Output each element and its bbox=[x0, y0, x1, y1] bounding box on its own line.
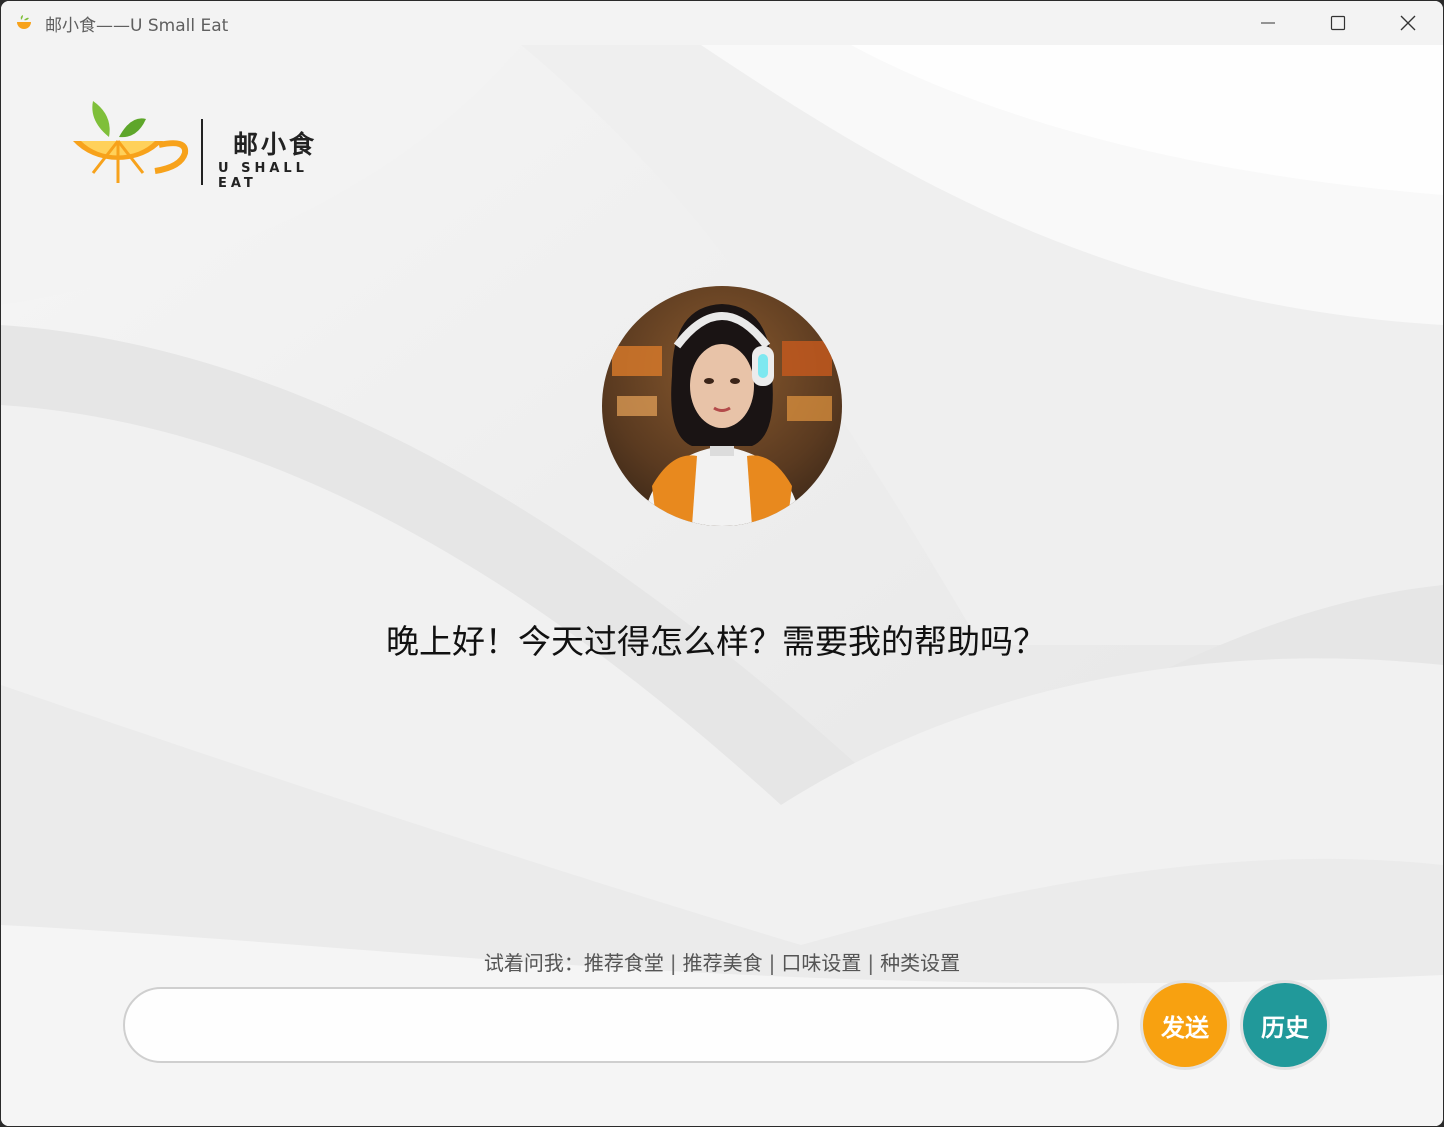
suggestion-separator: | bbox=[867, 951, 875, 975]
assistant-avatar bbox=[602, 286, 842, 526]
minimize-icon bbox=[1261, 22, 1275, 24]
orange-cup-app-icon bbox=[17, 15, 31, 29]
logo-divider bbox=[201, 119, 203, 185]
orange-cup-logo-icon bbox=[73, 101, 189, 183]
suggestion-bar: 试着问我：推荐食堂 | 推荐美食 | 口味设置 | 种类设置 bbox=[1, 947, 1443, 976]
minimize-button[interactable] bbox=[1233, 1, 1303, 45]
send-button[interactable]: 发送 bbox=[1143, 983, 1227, 1067]
suggestion-separator: | bbox=[768, 951, 776, 975]
app-window: 邮小食——U Small Eat 邮小食 U SHALL EAT 晚上好！今天过… bbox=[1, 1, 1443, 1126]
window-controls bbox=[1233, 1, 1443, 45]
suggestion-taste-settings[interactable]: 口味设置 bbox=[781, 951, 861, 975]
suggestion-food[interactable]: 推荐美食 bbox=[683, 951, 763, 975]
maximize-button[interactable] bbox=[1303, 1, 1373, 45]
logo-name-cn: 邮小食 bbox=[233, 130, 318, 159]
title-bar: 邮小食——U Small Eat bbox=[1, 1, 1443, 45]
close-button[interactable] bbox=[1373, 1, 1443, 45]
window-title: 邮小食——U Small Eat bbox=[45, 15, 229, 36]
main-content: 邮小食 U SHALL EAT 晚上好！今天过得怎么样？需要我的帮助吗？ 试着问… bbox=[1, 45, 1443, 1126]
suggestion-category-settings[interactable]: 种类设置 bbox=[880, 951, 960, 975]
suggestion-canteen[interactable]: 推荐食堂 bbox=[584, 951, 664, 975]
suggestion-prefix: 试着问我： bbox=[483, 951, 584, 975]
suggestion-separator: | bbox=[669, 951, 677, 975]
brand-logo: 邮小食 U SHALL EAT bbox=[71, 101, 351, 191]
chat-input[interactable] bbox=[123, 987, 1119, 1063]
greeting-text: 晚上好！今天过得怎么样？需要我的帮助吗？ bbox=[386, 622, 1046, 661]
history-button[interactable]: 历史 bbox=[1243, 983, 1327, 1067]
logo-name-en: U SHALL EAT bbox=[218, 161, 308, 191]
maximize-icon bbox=[1330, 15, 1346, 31]
close-icon bbox=[1400, 15, 1416, 31]
